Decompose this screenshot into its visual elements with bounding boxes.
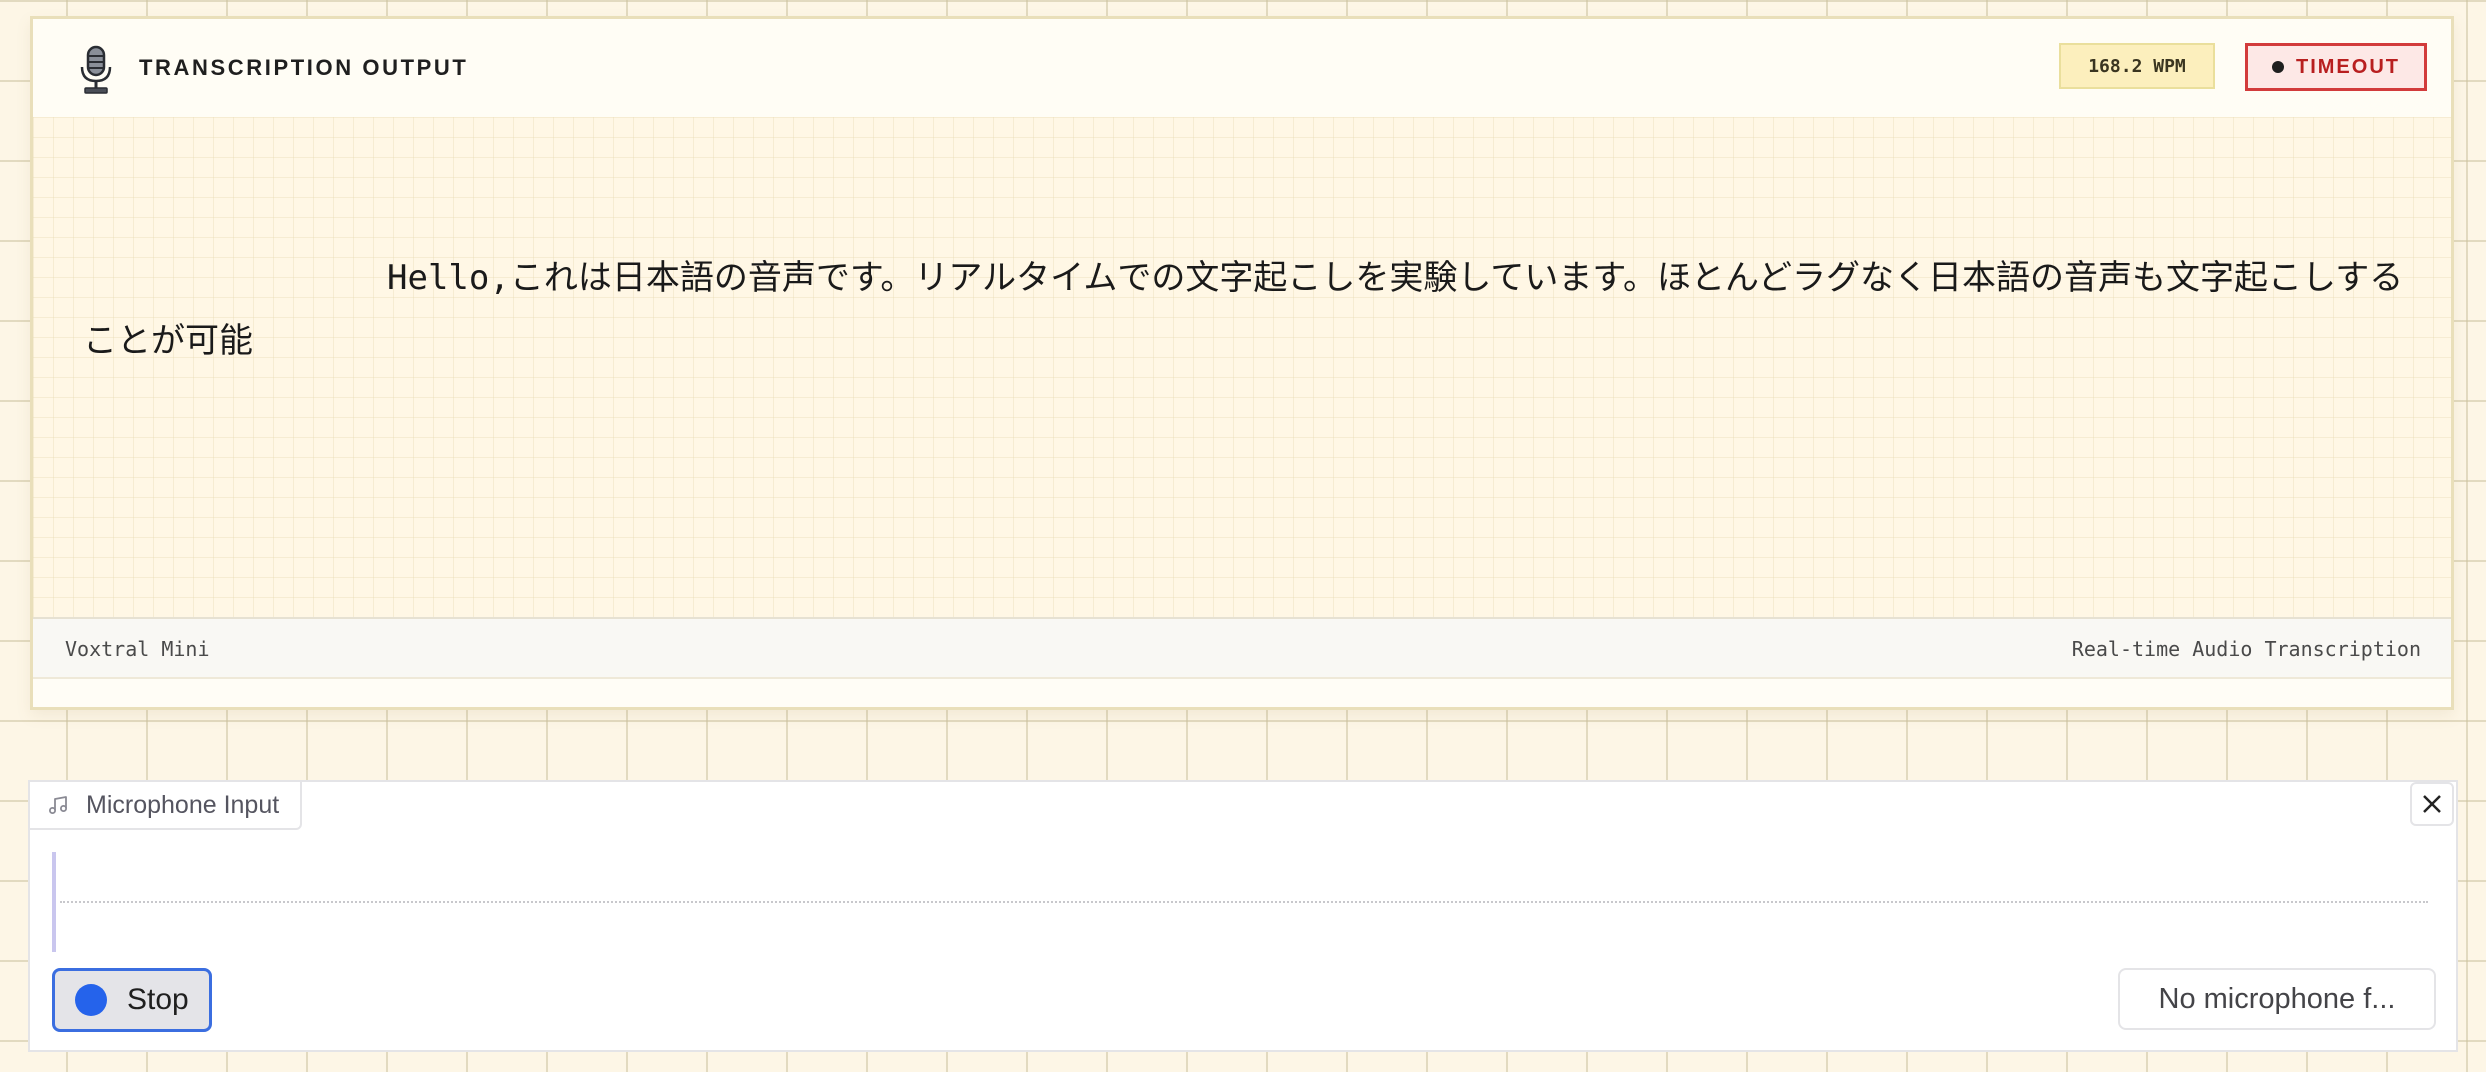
transcription-card: TRANSCRIPTION OUTPUT 168.2 WPM TIMEOUT H…	[30, 16, 2454, 710]
stop-label: Stop	[127, 983, 189, 1016]
status-label: TIMEOUT	[2296, 55, 2400, 78]
status-dot-icon	[2272, 61, 2284, 73]
wpm-badge: 168.2 WPM	[2059, 43, 2215, 89]
status-badge: TIMEOUT	[2245, 43, 2427, 91]
microphone-icon	[80, 45, 112, 94]
app-subtitle: Real-time Audio Transcription	[2071, 637, 2421, 661]
transcript-text: Hello,これは日本語の音声です。リアルタイムでの文字起こしを実験しています。…	[83, 258, 2404, 361]
transcription-body: Hello,これは日本語の音声です。リアルタイムでの文字起こしを実験しています。…	[33, 117, 2451, 617]
page-title: TRANSCRIPTION OUTPUT	[139, 55, 469, 80]
transcription-header: TRANSCRIPTION OUTPUT 168.2 WPM TIMEOUT	[33, 19, 2451, 119]
music-note-icon	[49, 796, 67, 814]
close-button[interactable]	[2410, 782, 2454, 826]
microphone-select[interactable]: No microphone f...	[2118, 968, 2436, 1030]
microphone-panel: Microphone Input Stop No microphone f...	[28, 780, 2458, 1052]
transcription-footer: Voxtral Mini Real-time Audio Transcripti…	[33, 617, 2451, 679]
stop-button[interactable]: Stop	[52, 968, 212, 1032]
close-icon	[2423, 795, 2441, 813]
record-dot-icon	[75, 984, 107, 1016]
model-name: Voxtral Mini	[65, 637, 210, 661]
waveform-cursor	[52, 852, 56, 952]
tab-microphone-input[interactable]: Microphone Input	[28, 780, 302, 830]
tab-label: Microphone Input	[86, 790, 280, 819]
audio-waveform[interactable]	[52, 852, 2428, 952]
waveform-baseline	[60, 901, 2428, 903]
